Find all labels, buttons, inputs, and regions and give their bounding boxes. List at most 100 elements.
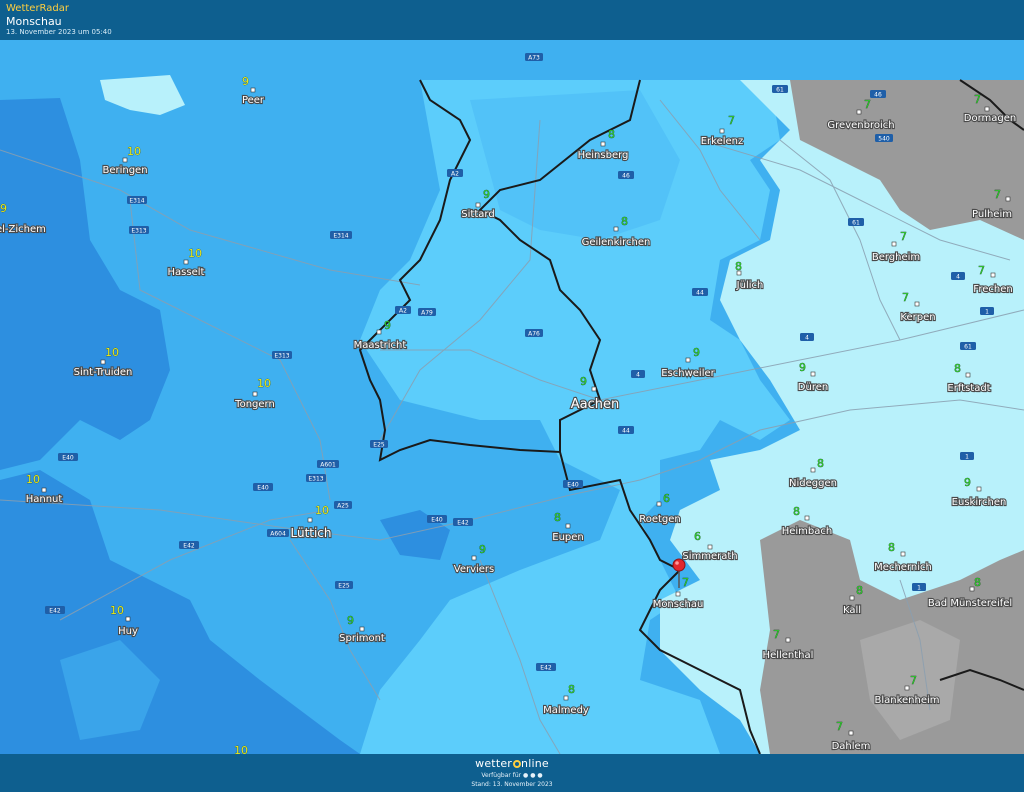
footer-bar: wetter nline Verfügbar für ● ● ● Stand: 1… — [0, 754, 1024, 792]
radar-map-canvas[interactable]: A73 A2 A2 A79 A76 E314 E313 E314 E313 E2… — [0, 40, 1024, 754]
road-label: A25 — [337, 503, 349, 510]
logo-text-right: nline — [521, 757, 549, 770]
city-dot — [719, 128, 725, 134]
city-temp: 8 — [793, 505, 800, 518]
city-temp: 7 — [902, 291, 909, 304]
road-label: 540 — [878, 136, 890, 143]
city-temp: 8 — [817, 457, 824, 470]
city-temp: 7 — [994, 188, 1001, 201]
city-name: el-Zichem — [0, 224, 46, 235]
timestamp: 13. November 2023 um 05:40 — [6, 28, 112, 36]
city-temp: 9 — [693, 346, 700, 359]
city-name: Sprimont — [339, 633, 385, 644]
road-label: E314 — [333, 233, 348, 240]
city-name: Erkelenz — [701, 136, 744, 147]
city-name: Huy — [118, 626, 138, 637]
road-label: E42 — [540, 665, 552, 672]
city-temp: 8 — [608, 128, 615, 141]
city-name: Aachen — [571, 397, 619, 412]
road-label: E40 — [257, 485, 269, 492]
city-temp: 9 — [580, 375, 587, 388]
city-dot — [100, 359, 106, 365]
road-label: E40 — [431, 517, 443, 524]
road-label: A2 — [451, 171, 459, 178]
city-temp: 9 — [964, 476, 971, 489]
city-dot — [810, 371, 816, 377]
platform-apple-icon[interactable]: ● — [523, 772, 528, 779]
road-label: 61 — [776, 87, 784, 94]
city-dot — [563, 695, 569, 701]
road-label: 4 — [636, 372, 640, 379]
road-label: 44 — [696, 290, 704, 297]
city-name: Kerpen — [900, 312, 935, 323]
city-dot — [914, 301, 920, 307]
city-temp: 7 — [836, 720, 843, 733]
city-name: Pulheim — [972, 209, 1012, 220]
city-temp: 8 — [554, 511, 561, 524]
city-temp: 7 — [978, 264, 985, 277]
app-brand: WetterRadar — [6, 3, 70, 14]
city-temp: 10 — [188, 247, 202, 260]
city-temp: 9 — [384, 319, 391, 332]
city-dot — [856, 109, 862, 115]
city-name: Dormagen — [964, 113, 1016, 124]
city-name: Erftstadt — [947, 383, 990, 394]
road-label: 4 — [956, 274, 960, 281]
road-label: E313 — [308, 476, 323, 483]
city-dot — [900, 551, 906, 557]
city-temp: 7 — [900, 230, 907, 243]
city-temp: 10 — [105, 346, 119, 359]
logo-o-icon — [512, 760, 521, 768]
city-name: Kall — [843, 605, 861, 616]
city-dot — [707, 544, 713, 550]
city-name: Düren — [798, 382, 828, 393]
city-temp: 6 — [663, 492, 670, 505]
wetteronline-logo[interactable]: wetter nline — [0, 757, 1024, 770]
city-dot — [976, 486, 982, 492]
road-label: A604 — [270, 531, 286, 538]
city-dot — [685, 357, 691, 363]
city-dot — [675, 591, 681, 597]
road-label: E42 — [49, 608, 61, 615]
city-dot — [307, 517, 313, 523]
radar-map[interactable]: A73 A2 A2 A79 A76 E314 E313 E314 E313 E2… — [0, 40, 1024, 754]
city-dot — [656, 501, 662, 507]
city-name: Geilenkirchen — [582, 237, 651, 248]
city-dot — [810, 467, 816, 473]
city-name: Verviers — [454, 564, 495, 575]
city-name: Mechernich — [874, 562, 932, 573]
city-temp: 10 — [110, 604, 124, 617]
city-name: Grevenbroich — [827, 120, 894, 131]
road-label: E42 — [457, 520, 469, 527]
city-dot — [183, 259, 189, 265]
road-label: E25 — [373, 442, 385, 449]
city-name: Roetgen — [639, 514, 681, 525]
city-temp: 10 — [257, 377, 271, 390]
city-name: Tongern — [234, 399, 275, 410]
city-temp: 8 — [954, 362, 961, 375]
city-dot — [804, 515, 810, 521]
city-temp: 7 — [910, 674, 917, 687]
city-name: Eupen — [552, 532, 584, 543]
city-name: Sittard — [461, 209, 494, 220]
road-label: E313 — [274, 353, 289, 360]
city-temp: 9 — [799, 361, 806, 374]
city-temp: 8 — [888, 541, 895, 554]
road-label: E313 — [131, 228, 146, 235]
city-temp: 10 — [127, 145, 141, 158]
city-temp: 7 — [773, 628, 780, 641]
city-temp: 8 — [735, 260, 742, 273]
city-temp: 8 — [621, 215, 628, 228]
city-temp: 7 — [974, 93, 981, 106]
road-label: 46 — [622, 173, 630, 180]
platform-web-icon[interactable]: ● — [537, 772, 542, 779]
city-name: Frechen — [973, 284, 1012, 295]
road-label: E25 — [338, 583, 350, 590]
platform-android-icon[interactable]: ● — [530, 772, 535, 779]
road-label: E42 — [183, 543, 195, 550]
city-temp: 10 — [315, 504, 329, 517]
city-temp: 7 — [728, 114, 735, 127]
city-dot — [613, 226, 619, 232]
city-temp: 8 — [856, 584, 863, 597]
logo-text-left: wetter — [475, 757, 513, 770]
